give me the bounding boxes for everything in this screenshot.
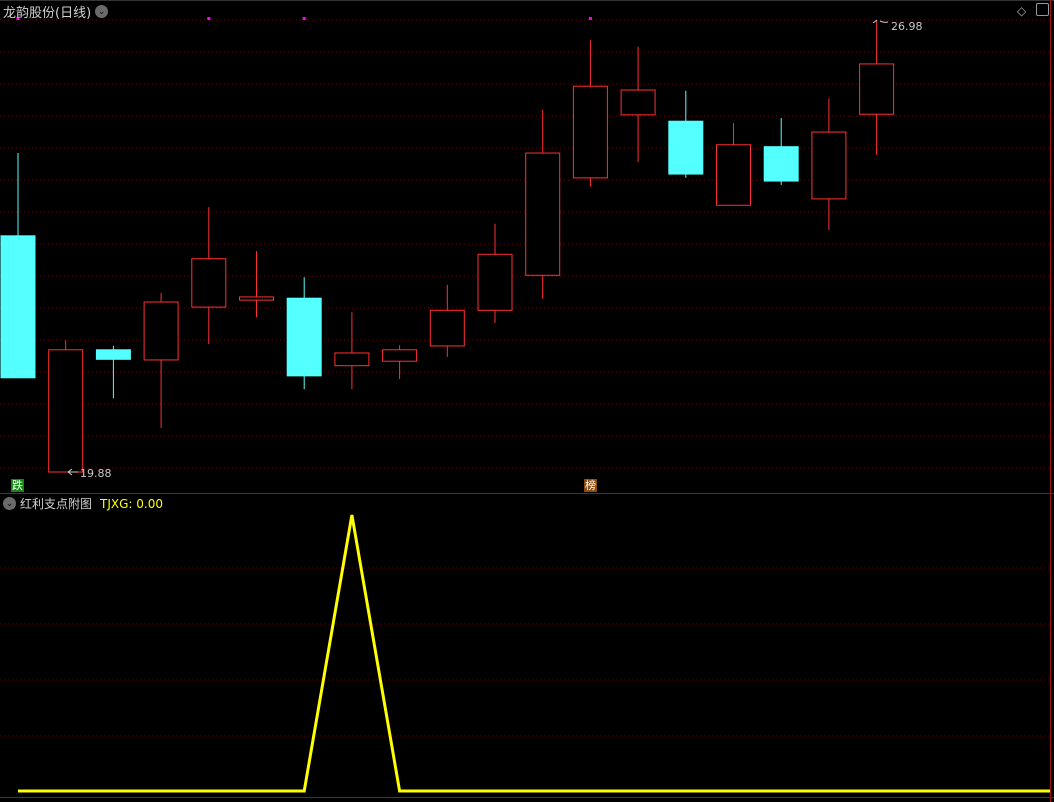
chart-header: 龙韵股份(日线) ⌄ xyxy=(3,2,109,21)
sub-chart-header: ⌄ 红利支点附图 TJXG: 0.00 xyxy=(3,495,163,512)
panel-toggle-icon[interactable] xyxy=(1036,3,1049,16)
candle-up xyxy=(716,144,751,206)
signal-tag-bang: 榜 xyxy=(584,479,597,492)
indicator-value: TJXG: 0.00 xyxy=(100,496,163,511)
candle-up xyxy=(334,352,370,367)
stock-title: 龙韵股份(日线) xyxy=(3,6,92,21)
signal-marker xyxy=(588,17,592,20)
chevron-down-icon[interactable]: ⌄ xyxy=(3,497,16,510)
low-price-label: 19.88 xyxy=(80,467,112,480)
candle-down xyxy=(668,120,704,175)
candle-down xyxy=(0,235,36,379)
diamond-icon[interactable]: ◇ xyxy=(1017,4,1026,18)
tjxg-line xyxy=(18,514,1050,793)
chevron-down-icon[interactable]: ⌄ xyxy=(95,5,109,18)
candle-up xyxy=(572,85,608,179)
signal-tag-die: 跌 xyxy=(11,479,24,492)
candle-up xyxy=(143,301,179,361)
signal-marker xyxy=(302,17,306,20)
candle-up xyxy=(429,309,465,347)
candle-down xyxy=(763,146,799,182)
candle-up xyxy=(382,349,418,362)
high-price-label: 26.98 xyxy=(891,20,923,33)
sub-chart-title: 红利支点附图 xyxy=(20,497,93,511)
signal-marker xyxy=(207,17,211,20)
candle-up xyxy=(859,63,895,115)
candle-up xyxy=(525,152,561,276)
candle-up xyxy=(239,296,274,301)
candlestick-chart[interactable] xyxy=(0,0,1054,802)
candle-down xyxy=(95,349,131,360)
candle-up xyxy=(477,253,513,311)
candle-up xyxy=(811,131,847,200)
candle-down xyxy=(286,297,322,377)
candle-up xyxy=(48,349,84,473)
candle-up xyxy=(620,89,656,116)
candle-up xyxy=(191,258,227,308)
